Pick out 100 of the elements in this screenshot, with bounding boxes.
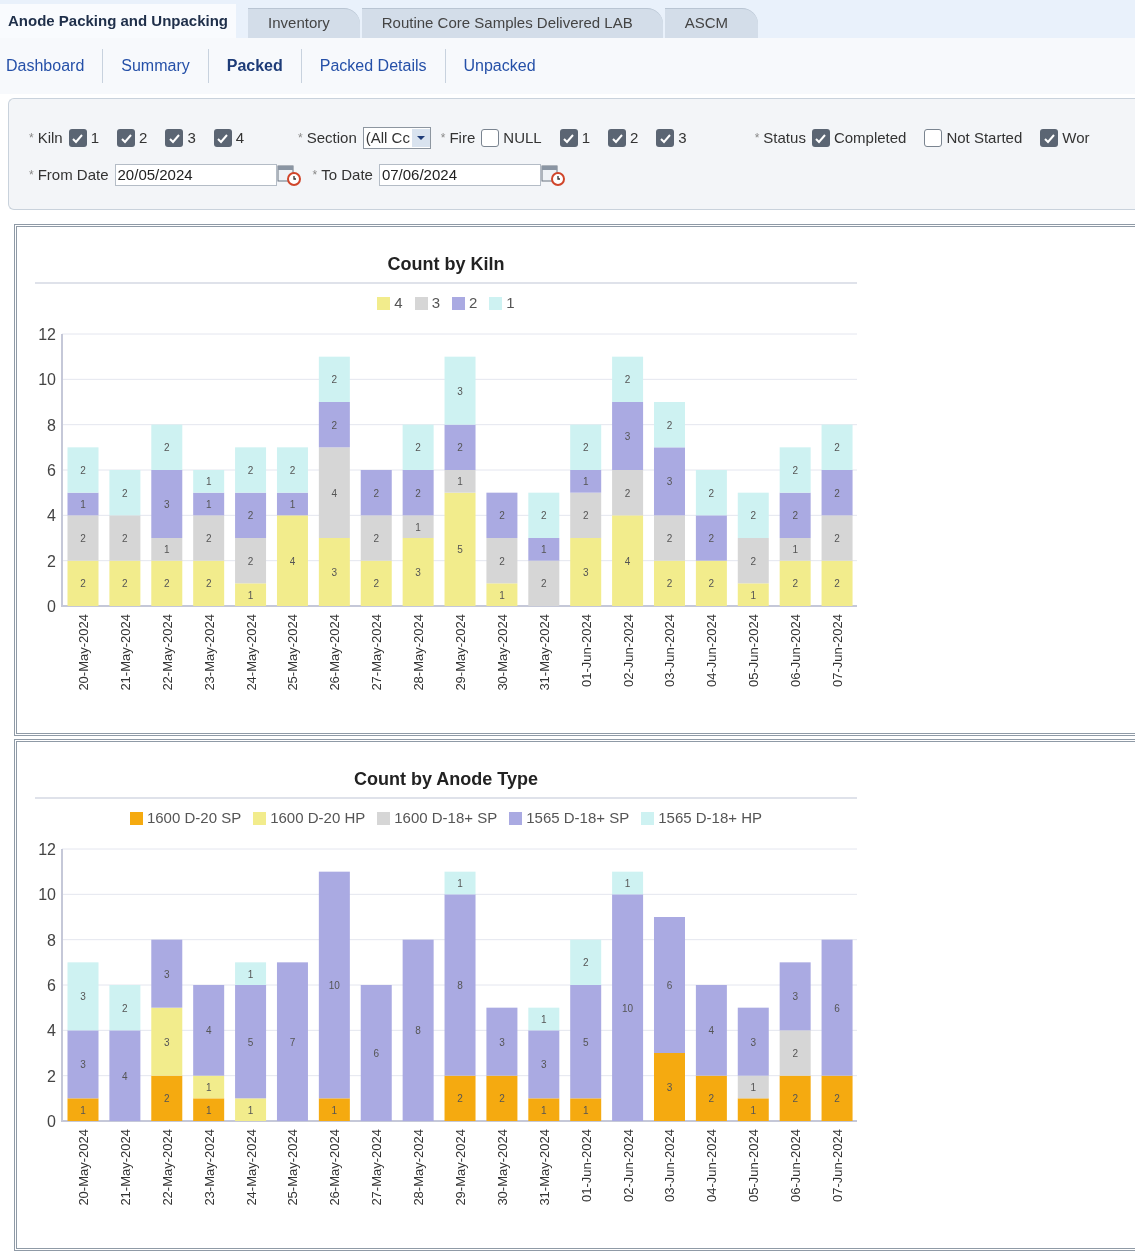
bar-segment[interactable] — [67, 1029, 99, 1098]
bar-segment[interactable] — [528, 537, 560, 561]
bar-segment[interactable] — [779, 492, 811, 538]
bar-segment[interactable] — [486, 1007, 518, 1076]
tab[interactable]: Anode Packing and Unpacking — [0, 4, 237, 38]
sub-tab[interactable]: Summary — [103, 54, 208, 78]
bar-segment[interactable] — [570, 469, 602, 493]
bar-segment[interactable] — [654, 514, 685, 561]
bar-segment[interactable] — [612, 893, 644, 1121]
bar-segment[interactable] — [612, 871, 644, 894]
bar-segment[interactable] — [486, 1075, 518, 1121]
checkbox[interactable] — [165, 129, 184, 148]
bar-segment[interactable] — [193, 1075, 225, 1098]
bar-segment[interactable] — [318, 1097, 350, 1121]
bar-segment[interactable] — [235, 582, 267, 606]
bar-segment[interactable] — [151, 537, 183, 561]
bar-segment[interactable] — [779, 961, 811, 1030]
bar-segment[interactable] — [779, 1075, 811, 1121]
bar-segment[interactable] — [486, 582, 518, 606]
sub-tab[interactable]: Packed Details — [301, 54, 445, 78]
checkbox[interactable] — [213, 129, 232, 148]
bar-segment[interactable] — [402, 469, 434, 515]
bar-segment[interactable] — [235, 961, 267, 985]
bar-segment[interactable] — [444, 893, 476, 1076]
bar-segment[interactable] — [67, 492, 99, 515]
bar-segment[interactable] — [276, 961, 308, 1121]
bar-segment[interactable] — [737, 1007, 769, 1076]
bar-segment[interactable] — [486, 537, 518, 583]
checkbox[interactable] — [68, 129, 87, 148]
bar-segment[interactable] — [151, 939, 183, 1008]
bar-segment[interactable] — [821, 514, 853, 561]
section-dropdown[interactable]: (All Cc — [362, 127, 431, 150]
bar-segment[interactable] — [402, 514, 434, 538]
checkbox[interactable] — [559, 129, 578, 148]
bar-segment[interactable] — [151, 1075, 183, 1121]
bar-segment[interactable] — [737, 582, 769, 606]
checkbox[interactable] — [1040, 129, 1059, 148]
checkbox[interactable] — [656, 129, 675, 148]
bar-segment[interactable] — [360, 514, 392, 561]
bar-segment[interactable] — [612, 469, 644, 515]
bar-segment[interactable] — [235, 1097, 267, 1121]
checkbox[interactable] — [481, 129, 500, 148]
date-field[interactable]: 07/06/2024 — [378, 163, 541, 186]
bar-segment[interactable] — [318, 446, 350, 538]
bar-segment[interactable] — [193, 560, 225, 606]
bar-segment[interactable] — [193, 984, 225, 1076]
tab[interactable]: Routine Core Samples Delivered LAB — [361, 8, 663, 38]
bar-segment[interactable] — [109, 560, 141, 606]
bar-segment[interactable] — [402, 939, 434, 1121]
bar-segment[interactable] — [360, 984, 392, 1121]
bar-segment[interactable] — [109, 1029, 141, 1121]
bar-segment[interactable] — [695, 1075, 727, 1121]
date-field[interactable]: 20/05/2024 — [114, 163, 277, 186]
bar-segment[interactable] — [235, 984, 267, 1098]
calendar-icon[interactable] — [540, 163, 565, 186]
bar-segment[interactable] — [612, 514, 644, 606]
bar-segment[interactable] — [779, 1029, 811, 1076]
bar-segment[interactable] — [193, 1097, 225, 1121]
bar-segment[interactable] — [193, 514, 225, 561]
tab[interactable]: Inventory — [248, 8, 360, 38]
bar-segment[interactable] — [570, 1097, 602, 1121]
bar-segment[interactable] — [528, 1029, 560, 1098]
bar-segment[interactable] — [360, 560, 392, 606]
bar-segment[interactable] — [276, 492, 308, 515]
bar-segment[interactable] — [402, 537, 434, 606]
bar-segment[interactable] — [444, 424, 476, 470]
caret-icon[interactable] — [411, 129, 430, 148]
bar-segment[interactable] — [193, 492, 225, 515]
bar-segment[interactable] — [67, 514, 99, 561]
bar-segment[interactable] — [444, 469, 476, 493]
bar-segment[interactable] — [570, 492, 602, 538]
bar-segment[interactable] — [695, 514, 727, 561]
bar-segment[interactable] — [570, 537, 602, 606]
bar-segment[interactable] — [695, 560, 727, 606]
bar-segment[interactable] — [151, 560, 183, 606]
bar-segment[interactable] — [151, 469, 183, 538]
bar-segment[interactable] — [235, 537, 267, 583]
bar-segment[interactable] — [821, 469, 853, 515]
bar-segment[interactable] — [67, 1097, 99, 1121]
bar-segment[interactable] — [779, 537, 811, 561]
bar-segment[interactable] — [821, 1075, 853, 1121]
bar-segment[interactable] — [109, 514, 141, 561]
bar-segment[interactable] — [444, 871, 476, 894]
checkbox[interactable] — [924, 129, 943, 148]
bar-segment[interactable] — [737, 537, 769, 583]
bar-segment[interactable] — [654, 446, 685, 515]
bar-segment[interactable] — [779, 560, 811, 606]
sub-tab[interactable]: Packed — [208, 54, 301, 78]
bar-segment[interactable] — [486, 492, 518, 538]
bar-segment[interactable] — [318, 401, 350, 447]
bar-segment[interactable] — [235, 492, 267, 538]
bar-segment[interactable] — [276, 514, 308, 606]
bar-segment[interactable] — [821, 939, 853, 1076]
tab[interactable]: ASCM — [664, 8, 759, 38]
bar-segment[interactable] — [737, 1075, 769, 1098]
sub-tab[interactable]: Dashboard — [0, 54, 103, 78]
checkbox[interactable] — [811, 129, 830, 148]
bar-segment[interactable] — [193, 469, 225, 493]
checkbox[interactable] — [608, 129, 626, 148]
bar-segment[interactable] — [528, 560, 560, 606]
